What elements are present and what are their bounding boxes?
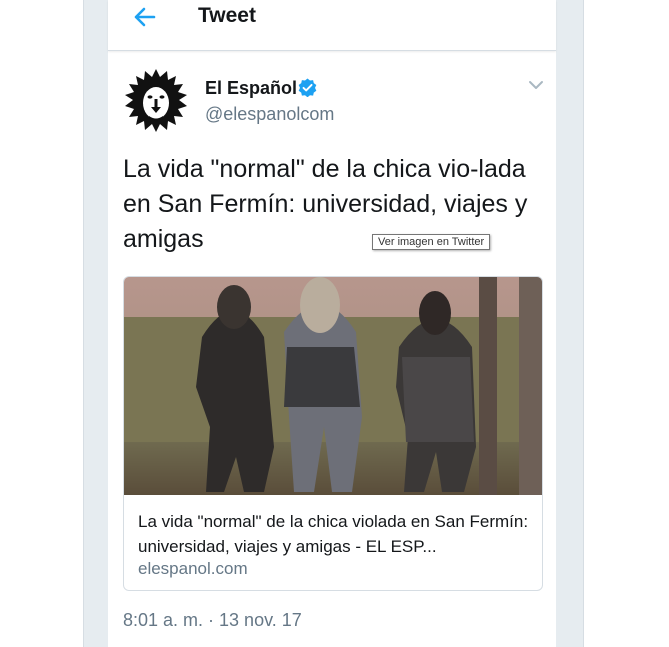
top-bar: Tweet: [108, 0, 556, 51]
tweet-timestamp[interactable]: 8:01 a. m. · 13 nov. 17: [123, 610, 302, 631]
card-title: La vida "normal" de la chica violada en …: [138, 512, 529, 556]
link-card[interactable]: La vida "normal" de la chica violada en …: [123, 276, 543, 591]
lion-logo-icon: [123, 67, 189, 133]
author-handle[interactable]: @elespanolcom: [205, 104, 334, 125]
author-name[interactable]: El Español: [205, 78, 297, 99]
avatar[interactable]: [123, 67, 189, 133]
card-image: [124, 277, 542, 495]
page-title: Tweet: [198, 4, 256, 27]
chevron-down-icon[interactable]: [528, 78, 544, 92]
back-button[interactable]: [130, 2, 160, 32]
arrow-left-icon: [134, 7, 156, 27]
tooltip: Ver imagen en Twitter: [372, 234, 491, 250]
verified-badge-icon: [298, 78, 317, 97]
card-domain: elespanol.com: [138, 559, 248, 578]
